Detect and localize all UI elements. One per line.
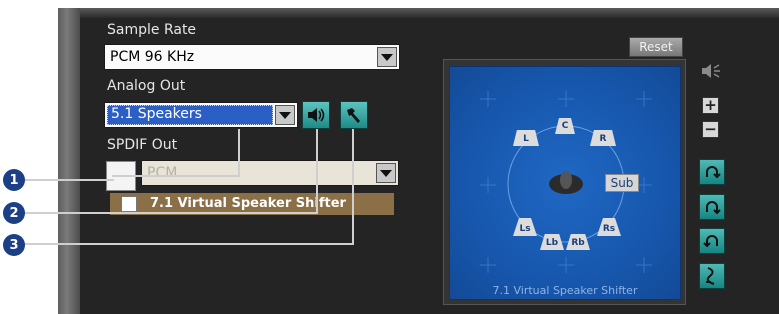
mute-speaker-icon <box>702 64 720 78</box>
chevron-down-icon[interactable] <box>275 105 295 125</box>
analog-out-label: Analog Out <box>107 78 186 94</box>
speaker-center-label: C <box>561 121 569 131</box>
rotate-mode-button[interactable] <box>699 228 725 254</box>
rotate-left-icon <box>706 166 721 179</box>
callout-line-1b <box>112 175 240 177</box>
sample-rate-dropdown[interactable]: PCM 96 KHz <box>104 44 400 70</box>
spdif-out-dropdown[interactable]: PCM <box>141 160 399 186</box>
callout-line-3b <box>352 129 354 245</box>
wave-button[interactable] <box>699 263 725 289</box>
speaker-field <box>449 66 681 300</box>
hammer-icon <box>347 108 360 123</box>
sample-rate-label: Sample Rate <box>107 22 197 38</box>
plus-icon: + <box>704 96 717 114</box>
speaker-right-surround-label: Rs <box>602 224 616 234</box>
chevron-down-icon[interactable] <box>376 163 396 183</box>
spdif-out-value: PCM <box>147 165 178 181</box>
chevron-down-icon[interactable] <box>377 47 397 67</box>
speaker-left-label: L <box>523 134 529 144</box>
callout-marker-2: 2 <box>3 202 25 224</box>
callout-line-3 <box>22 243 354 245</box>
callout-line-1c <box>238 129 240 177</box>
rotate-right-icon <box>706 201 721 215</box>
speaker-subwoofer-label: Sub <box>610 176 634 190</box>
volume-up-button[interactable]: + <box>702 97 719 114</box>
window-left-bevel <box>58 8 80 314</box>
callout-line-2b <box>316 129 318 214</box>
callout-line-2 <box>22 212 318 214</box>
analog-out-dropdown[interactable]: 5.1 Speakers <box>104 102 298 128</box>
speaker-left-surround-label: Ls <box>519 224 531 234</box>
virtual-speaker-shifter-checkbox[interactable] <box>121 196 137 212</box>
callout-marker-3: 3 <box>3 234 25 256</box>
minus-icon: − <box>704 120 717 138</box>
spdif-out-label: SPDIF Out <box>107 137 178 153</box>
panel-top-edge <box>80 8 779 18</box>
speaker-right-back-label: Rb <box>571 238 585 248</box>
rotate-right-button[interactable] <box>699 194 725 220</box>
mute-button[interactable] <box>700 62 722 84</box>
callout-line-1 <box>22 179 114 181</box>
rotate-mode-icon <box>703 235 718 248</box>
reset-button[interactable]: Reset <box>629 37 683 57</box>
speaker-test-button[interactable] <box>302 101 330 129</box>
speaker-test-icon <box>308 108 325 122</box>
settings-button[interactable] <box>340 101 368 129</box>
callout-marker-1: 1 <box>3 169 25 191</box>
speaker-left-back-label: Lb <box>545 238 559 248</box>
rotate-left-button[interactable] <box>699 159 725 185</box>
wave-icon <box>706 267 715 285</box>
sample-rate-value: PCM 96 KHz <box>110 49 195 65</box>
speaker-field-graphic <box>480 91 652 273</box>
volume-down-button[interactable]: − <box>702 121 719 138</box>
analog-out-value: 5.1 Speakers <box>111 106 202 122</box>
speaker-panel-caption: 7.1 Virtual Speaker Shifter <box>492 284 638 297</box>
speaker-right-label: R <box>599 134 607 144</box>
